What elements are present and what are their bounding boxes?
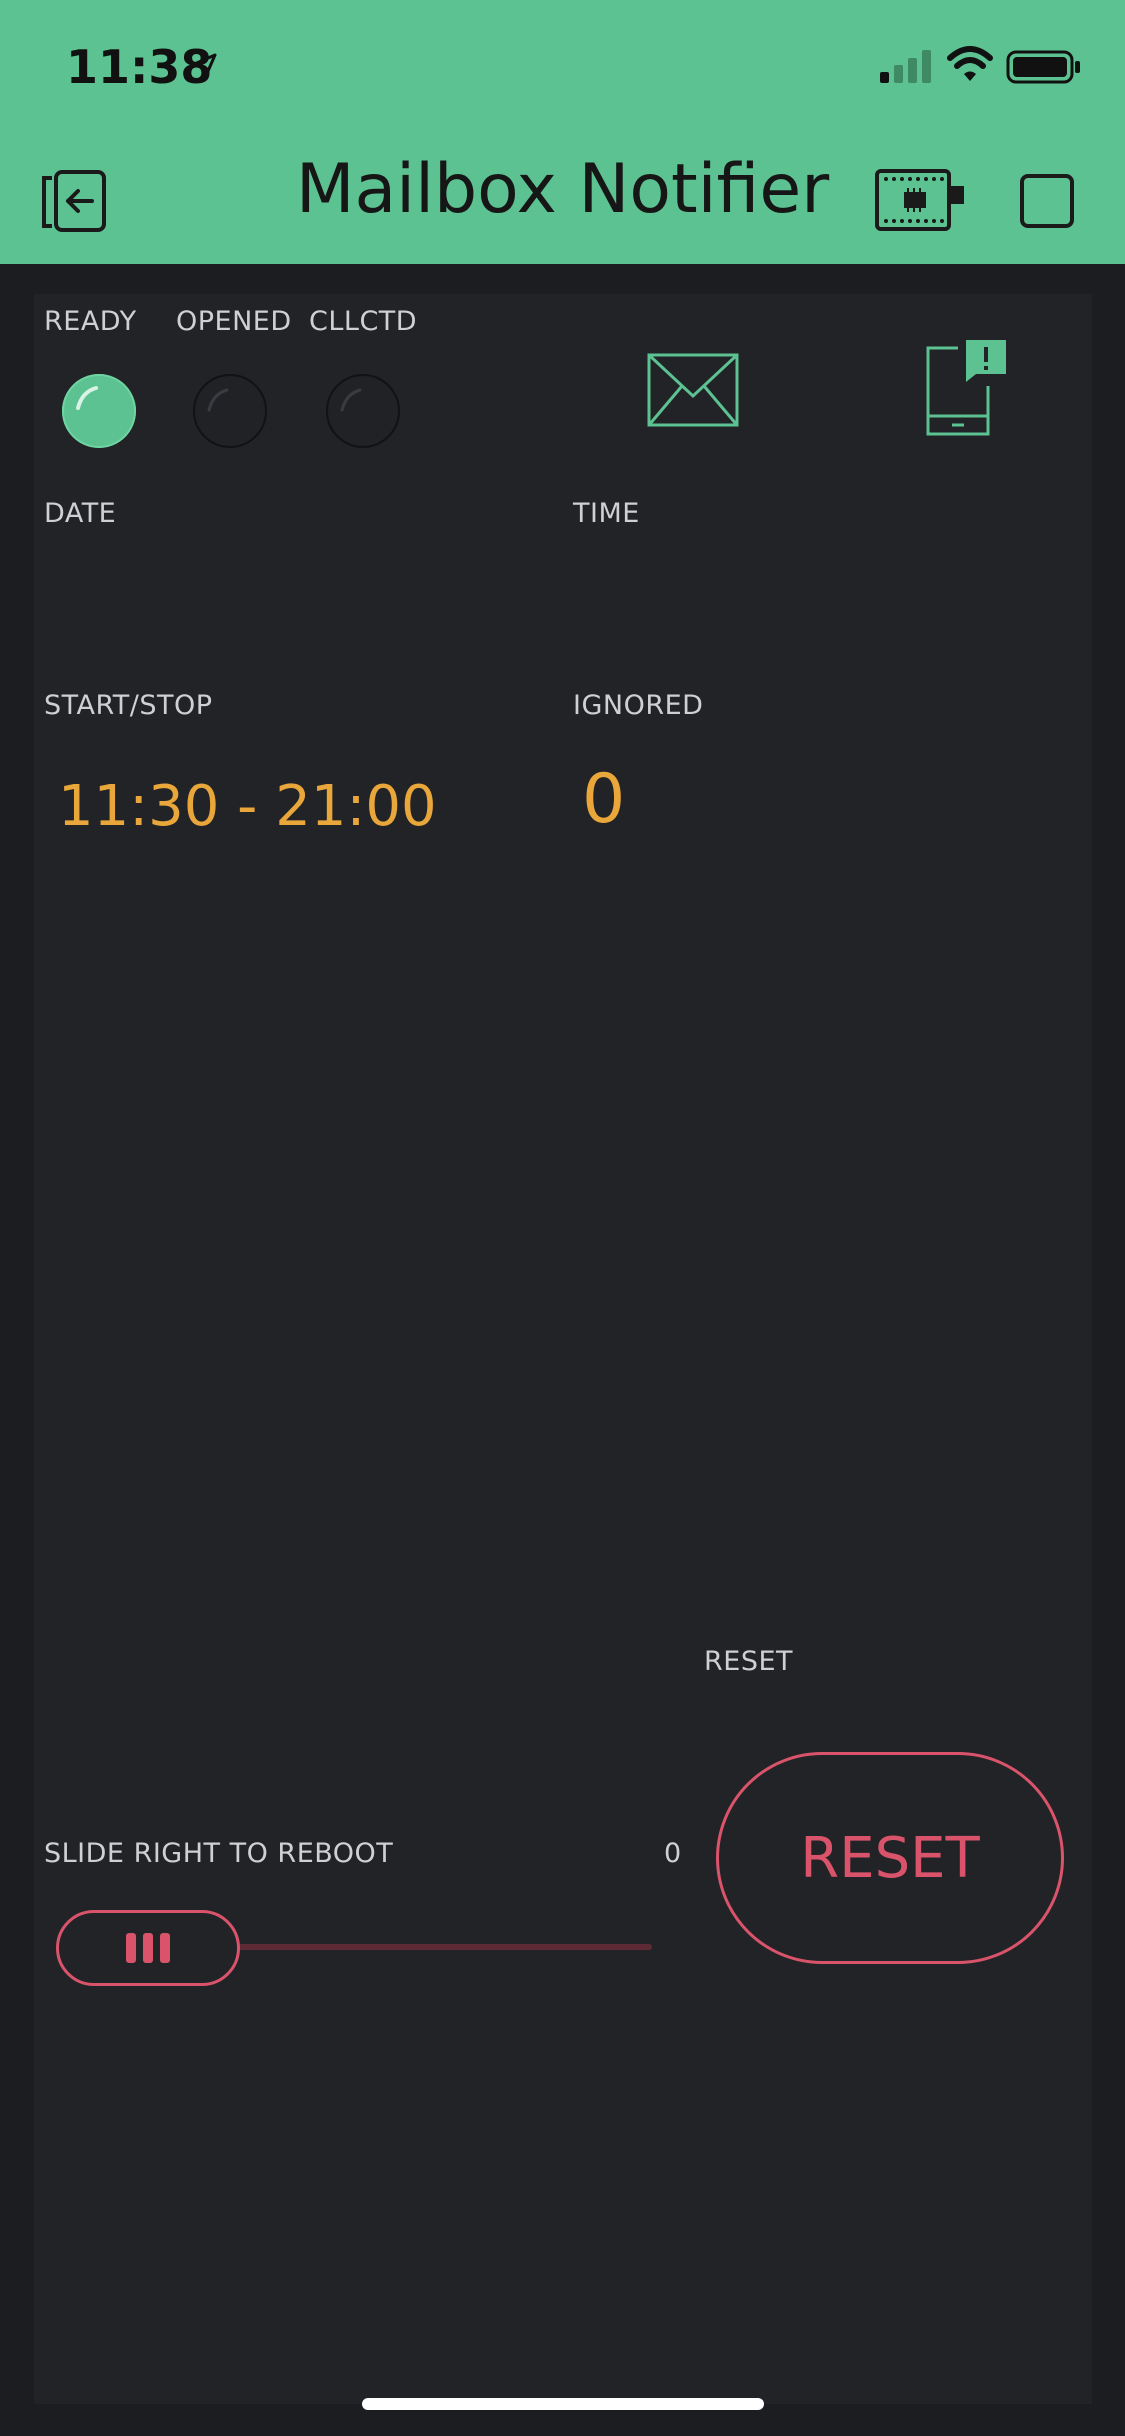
header-bar: 11:38 Mailbox Notifier — [0, 0, 1125, 264]
grip-icon — [126, 1933, 136, 1963]
grip-icon — [160, 1933, 170, 1963]
reset-button[interactable]: RESET — [716, 1752, 1064, 1964]
ignored-value: 0 — [582, 760, 626, 839]
led-ready — [62, 374, 136, 448]
reboot-slider-handle[interactable] — [56, 1910, 240, 1986]
reset-button-label: RESET — [800, 1825, 980, 1891]
reboot-slider-value: 0 — [664, 1838, 682, 1869]
dashboard-panel: READY OPENED CLLCTD DATE TIME START/STOP… — [34, 294, 1092, 2404]
phone-notification-icon[interactable] — [922, 338, 1008, 438]
reboot-slider-track[interactable] — [236, 1944, 652, 1950]
app-screen: 11:38 Mailbox Notifier READY OPENED CLLC… — [0, 0, 1125, 2436]
led-collected — [326, 374, 400, 448]
led-opened-label: OPENED — [176, 306, 292, 337]
battery-icon — [1006, 50, 1080, 84]
ignored-label: IGNORED — [573, 690, 704, 721]
device-icon[interactable] — [874, 168, 966, 232]
time-label: TIME — [573, 498, 640, 529]
wifi-icon — [947, 46, 993, 81]
date-label: DATE — [44, 498, 117, 529]
start-stop-value: 11:30 - 21:00 — [58, 774, 437, 839]
reset-label: RESET — [704, 1646, 794, 1677]
location-arrow-icon — [190, 53, 217, 80]
signal-icon — [880, 50, 931, 83]
led-collected-label: CLLCTD — [309, 306, 418, 337]
reboot-slider-label: SLIDE RIGHT TO REBOOT — [44, 1838, 394, 1869]
start-stop-label: START/STOP — [44, 690, 213, 721]
square-icon[interactable] — [1020, 174, 1074, 228]
led-ready-label: READY — [44, 306, 137, 337]
home-indicator[interactable] — [362, 2398, 764, 2410]
led-opened — [193, 374, 267, 448]
mail-envelope-icon[interactable] — [646, 352, 740, 428]
grip-icon — [143, 1933, 153, 1963]
